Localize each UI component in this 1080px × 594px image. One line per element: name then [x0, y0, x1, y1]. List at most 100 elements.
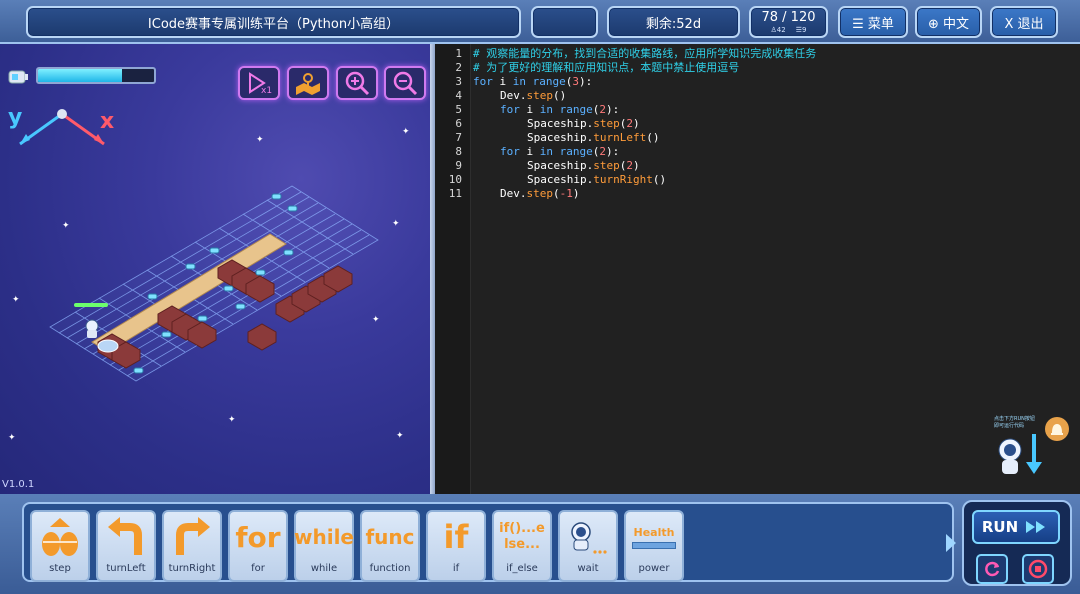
code-token: step	[526, 89, 554, 102]
line-number: 4	[455, 89, 462, 102]
code-token: for	[500, 145, 520, 158]
language-button[interactable]: ⊕ 中文	[915, 6, 982, 38]
refresh-icon	[985, 561, 1000, 577]
code-token: i	[519, 145, 540, 158]
level-map	[49, 185, 379, 382]
code-line[interactable]: # 观察能量的分布，找到合适的收集路线，应用所学知识完成收集任务	[473, 47, 816, 61]
code-token: for	[473, 75, 493, 88]
code-area[interactable]: # 观察能量的分布，找到合适的收集路线，应用所学知识完成收集任务 # 为了更好的理…	[471, 44, 1080, 494]
code-token: )	[572, 187, 580, 200]
line-number: 2	[455, 61, 462, 74]
axis-x-label: x	[100, 109, 114, 134]
map-icon	[296, 73, 320, 95]
block-label: while	[310, 563, 338, 574]
code-token: 2	[626, 159, 633, 172]
code-line[interactable]: for i in range(3):	[473, 75, 592, 89]
list-stat: ☰9	[795, 25, 807, 34]
code-token: step	[526, 187, 554, 200]
zoom-in-button[interactable]	[336, 66, 378, 100]
code-line[interactable]: for i in range(2):	[500, 145, 619, 159]
code-line[interactable]: Spaceship.turnRight()	[527, 173, 666, 187]
progress-stats: ♙42 ☰9	[770, 25, 807, 34]
code-token: # 观察能量的分布，找到合适的收集路线，应用所学知识完成收集任务	[473, 47, 817, 60]
block-turnRight[interactable]: turnRight	[162, 510, 222, 582]
line-number: 6	[455, 117, 462, 130]
code-token: Spaceship.	[527, 159, 594, 172]
block-wait[interactable]: wait	[558, 510, 618, 582]
block-glyph-label: if	[443, 518, 469, 556]
code-token: )	[632, 159, 640, 172]
line-number: 7	[455, 131, 462, 144]
code-token: ):	[606, 145, 620, 158]
game-canvas[interactable]: ✦ ✦ ✦ ✦ ✦ ✦ ✦ ✦ ✦ x1 y x V1.0.1	[0, 44, 430, 494]
code-token: ):	[606, 103, 620, 116]
block-label: function	[369, 563, 411, 574]
block-label: turnRight	[168, 563, 216, 574]
code-token: step	[593, 159, 620, 172]
fast-forward-icon	[1026, 521, 1046, 533]
map-button[interactable]	[287, 66, 329, 100]
code-token: (	[553, 187, 560, 200]
block-power[interactable]: Health power	[624, 510, 684, 582]
run-button[interactable]: RUN	[972, 510, 1060, 544]
block-if[interactable]: if if	[426, 510, 486, 582]
page-title: ICode赛事专属训练平台（Python小高组）	[26, 6, 521, 38]
code-token: in	[512, 75, 526, 88]
speed-button[interactable]: x1	[238, 66, 280, 100]
code-line[interactable]: Spaceship.turnLeft()	[527, 131, 659, 145]
code-token: i	[492, 75, 513, 88]
line-number-gutter: 1 2 3 4 5 6 7 8 9 10 11	[435, 44, 471, 494]
battery-icon	[8, 70, 28, 84]
assistant-hint[interactable]: 点击下方RUN按钮 即可运行代码	[994, 416, 1070, 486]
code-line[interactable]: Dev.step()	[500, 89, 566, 103]
code-token: 2	[626, 117, 633, 130]
blank-panel	[531, 6, 598, 38]
tray-expand-arrow[interactable]	[946, 534, 956, 552]
top-bar: ICode赛事专属训练平台（Python小高组） 剩余:52d 78 / 120…	[0, 0, 1080, 44]
block-glyph-text: if()...else...	[494, 512, 550, 562]
spaceship	[97, 339, 119, 353]
block-label: power	[638, 563, 670, 574]
energy-bar	[36, 67, 156, 84]
line-number: 10	[448, 173, 462, 186]
code-token: range	[559, 145, 593, 158]
block-while[interactable]: while while	[294, 510, 354, 582]
code-token: Spaceship.	[527, 117, 594, 130]
reset-button[interactable]	[976, 554, 1008, 584]
block-glyph-label: func	[365, 525, 415, 549]
block-function[interactable]: func function	[360, 510, 420, 582]
star-icon: ✦	[228, 415, 236, 425]
star-icon: ✦	[396, 431, 404, 441]
star-icon: ✦	[402, 127, 410, 137]
code-line[interactable]: for i in range(2):	[500, 103, 619, 117]
code-line[interactable]: Spaceship.step(2)	[527, 159, 640, 173]
block-if-else[interactable]: if()...else... if_else	[492, 510, 552, 582]
block-glyph-text: Health	[626, 512, 682, 562]
block-step[interactable]: step	[30, 510, 90, 582]
block-glyph-text: while	[294, 512, 354, 562]
level-progress: 78 / 120 ♙42 ☰9	[749, 6, 828, 38]
menu-button[interactable]: ☰ 菜单	[838, 6, 908, 38]
bell-icon[interactable]	[1044, 416, 1070, 442]
code-token: turnRight	[593, 173, 653, 186]
block-label: step	[49, 563, 71, 574]
code-line[interactable]: # 为了更好的理解和应用知识点，本题中禁止使用逗号	[473, 61, 739, 75]
progress-count: 78 / 120	[761, 9, 816, 25]
energy-fill	[38, 69, 122, 82]
exit-button[interactable]: X 退出	[990, 6, 1058, 38]
assistant-hint-text: 点击下方RUN按钮 即可运行代码	[994, 416, 1035, 429]
code-editor[interactable]: 1 2 3 4 5 6 7 8 9 10 11 # 观察能量的分布，找到合适的收集路线，应用所学知识…	[435, 44, 1080, 494]
code-token: for	[500, 103, 520, 116]
like-stat: ♙42	[770, 25, 786, 34]
stop-button[interactable]	[1022, 554, 1054, 584]
zoom-out-button[interactable]	[384, 66, 426, 100]
run-label: RUN	[981, 518, 1019, 536]
code-token: -1	[559, 187, 573, 200]
code-line[interactable]: Dev.step(-1)	[500, 187, 580, 201]
block-for[interactable]: for for	[228, 510, 288, 582]
code-token: ()	[553, 89, 567, 102]
code-line[interactable]: Spaceship.step(2)	[527, 117, 640, 131]
star-icon: ✦	[12, 295, 20, 305]
block-turnLeft[interactable]: turnLeft	[96, 510, 156, 582]
